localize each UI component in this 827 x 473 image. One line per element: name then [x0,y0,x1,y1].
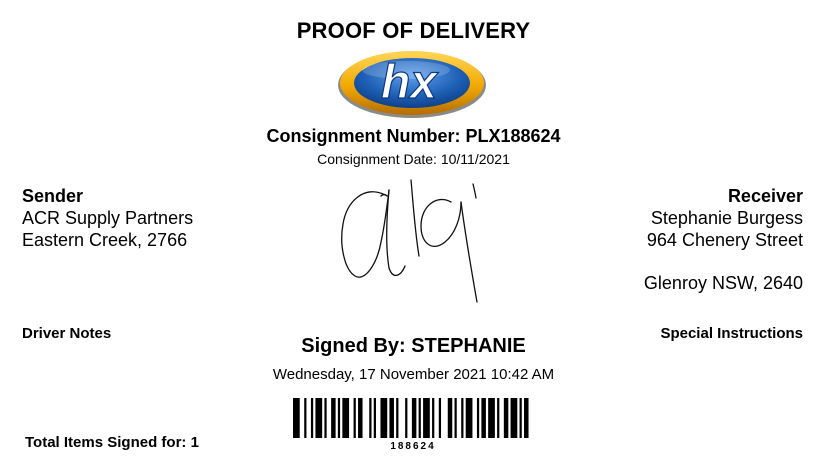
barcode-bar [476,398,480,438]
barcode-bar [396,398,399,438]
barcode-bar [503,398,509,438]
barcode-bar [519,398,522,438]
barcode-bar [465,398,473,438]
barcode-bar [373,398,376,438]
barcode-bar [524,398,529,438]
receiver-street: 964 Chenery Street [646,230,803,250]
sender-location: Eastern Creek, 2766 [22,230,188,250]
barcode-bar [432,398,435,438]
sender-heading: Sender [22,186,84,206]
signed-datetime: Wednesday, 17 November 2021 10:42 AM [272,366,555,383]
total-items-signed: Total Items Signed for: 1 [25,434,199,451]
barcode-number: 188624 [390,441,436,452]
barcode-bar [389,398,394,438]
barcode-bar [481,398,486,438]
barcode-bar [315,398,323,438]
signed-by: Signed By: STEPHANIE [301,335,526,357]
barcode-bar [461,398,464,438]
barcode-bar [380,398,388,438]
receiver-heading: Receiver [727,186,803,206]
consignment-number: Consignment Number: PLX188624 [266,126,561,146]
barcode-bar [488,398,495,438]
barcode-bar [293,398,300,438]
barcode-bar [342,398,350,438]
document-title: PROOF OF DELIVERY [296,18,531,43]
barcode-bar [324,398,327,438]
signature-image [341,179,478,303]
barcode-bar [510,398,518,438]
barcode-bar [447,398,453,438]
barcode-bar [304,398,307,438]
barcode-bar [331,398,336,438]
barcode-bar [337,398,341,438]
barcode-bar [358,398,363,438]
logo-text: hx [381,56,439,109]
barcode-bar [423,398,430,438]
barcode-bar [310,398,314,438]
receiver-name: Stephanie Burgess [650,208,803,228]
barcode-bar [405,398,408,438]
barcode [293,398,529,438]
barcode-bar [454,398,457,438]
barcode-bar [418,398,421,438]
hx-logo: hx [338,51,486,118]
sender-name: ACR Supply Partners [22,208,194,228]
barcode-bar [438,398,442,438]
barcode-bar [411,398,417,438]
consignment-date: Consignment Date: 10/11/2021 [317,151,510,167]
barcode-bar [353,398,356,438]
receiver-city: Glenroy NSW, 2640 [643,273,803,293]
barcode-bar [369,398,372,438]
barcode-bar [497,398,500,438]
